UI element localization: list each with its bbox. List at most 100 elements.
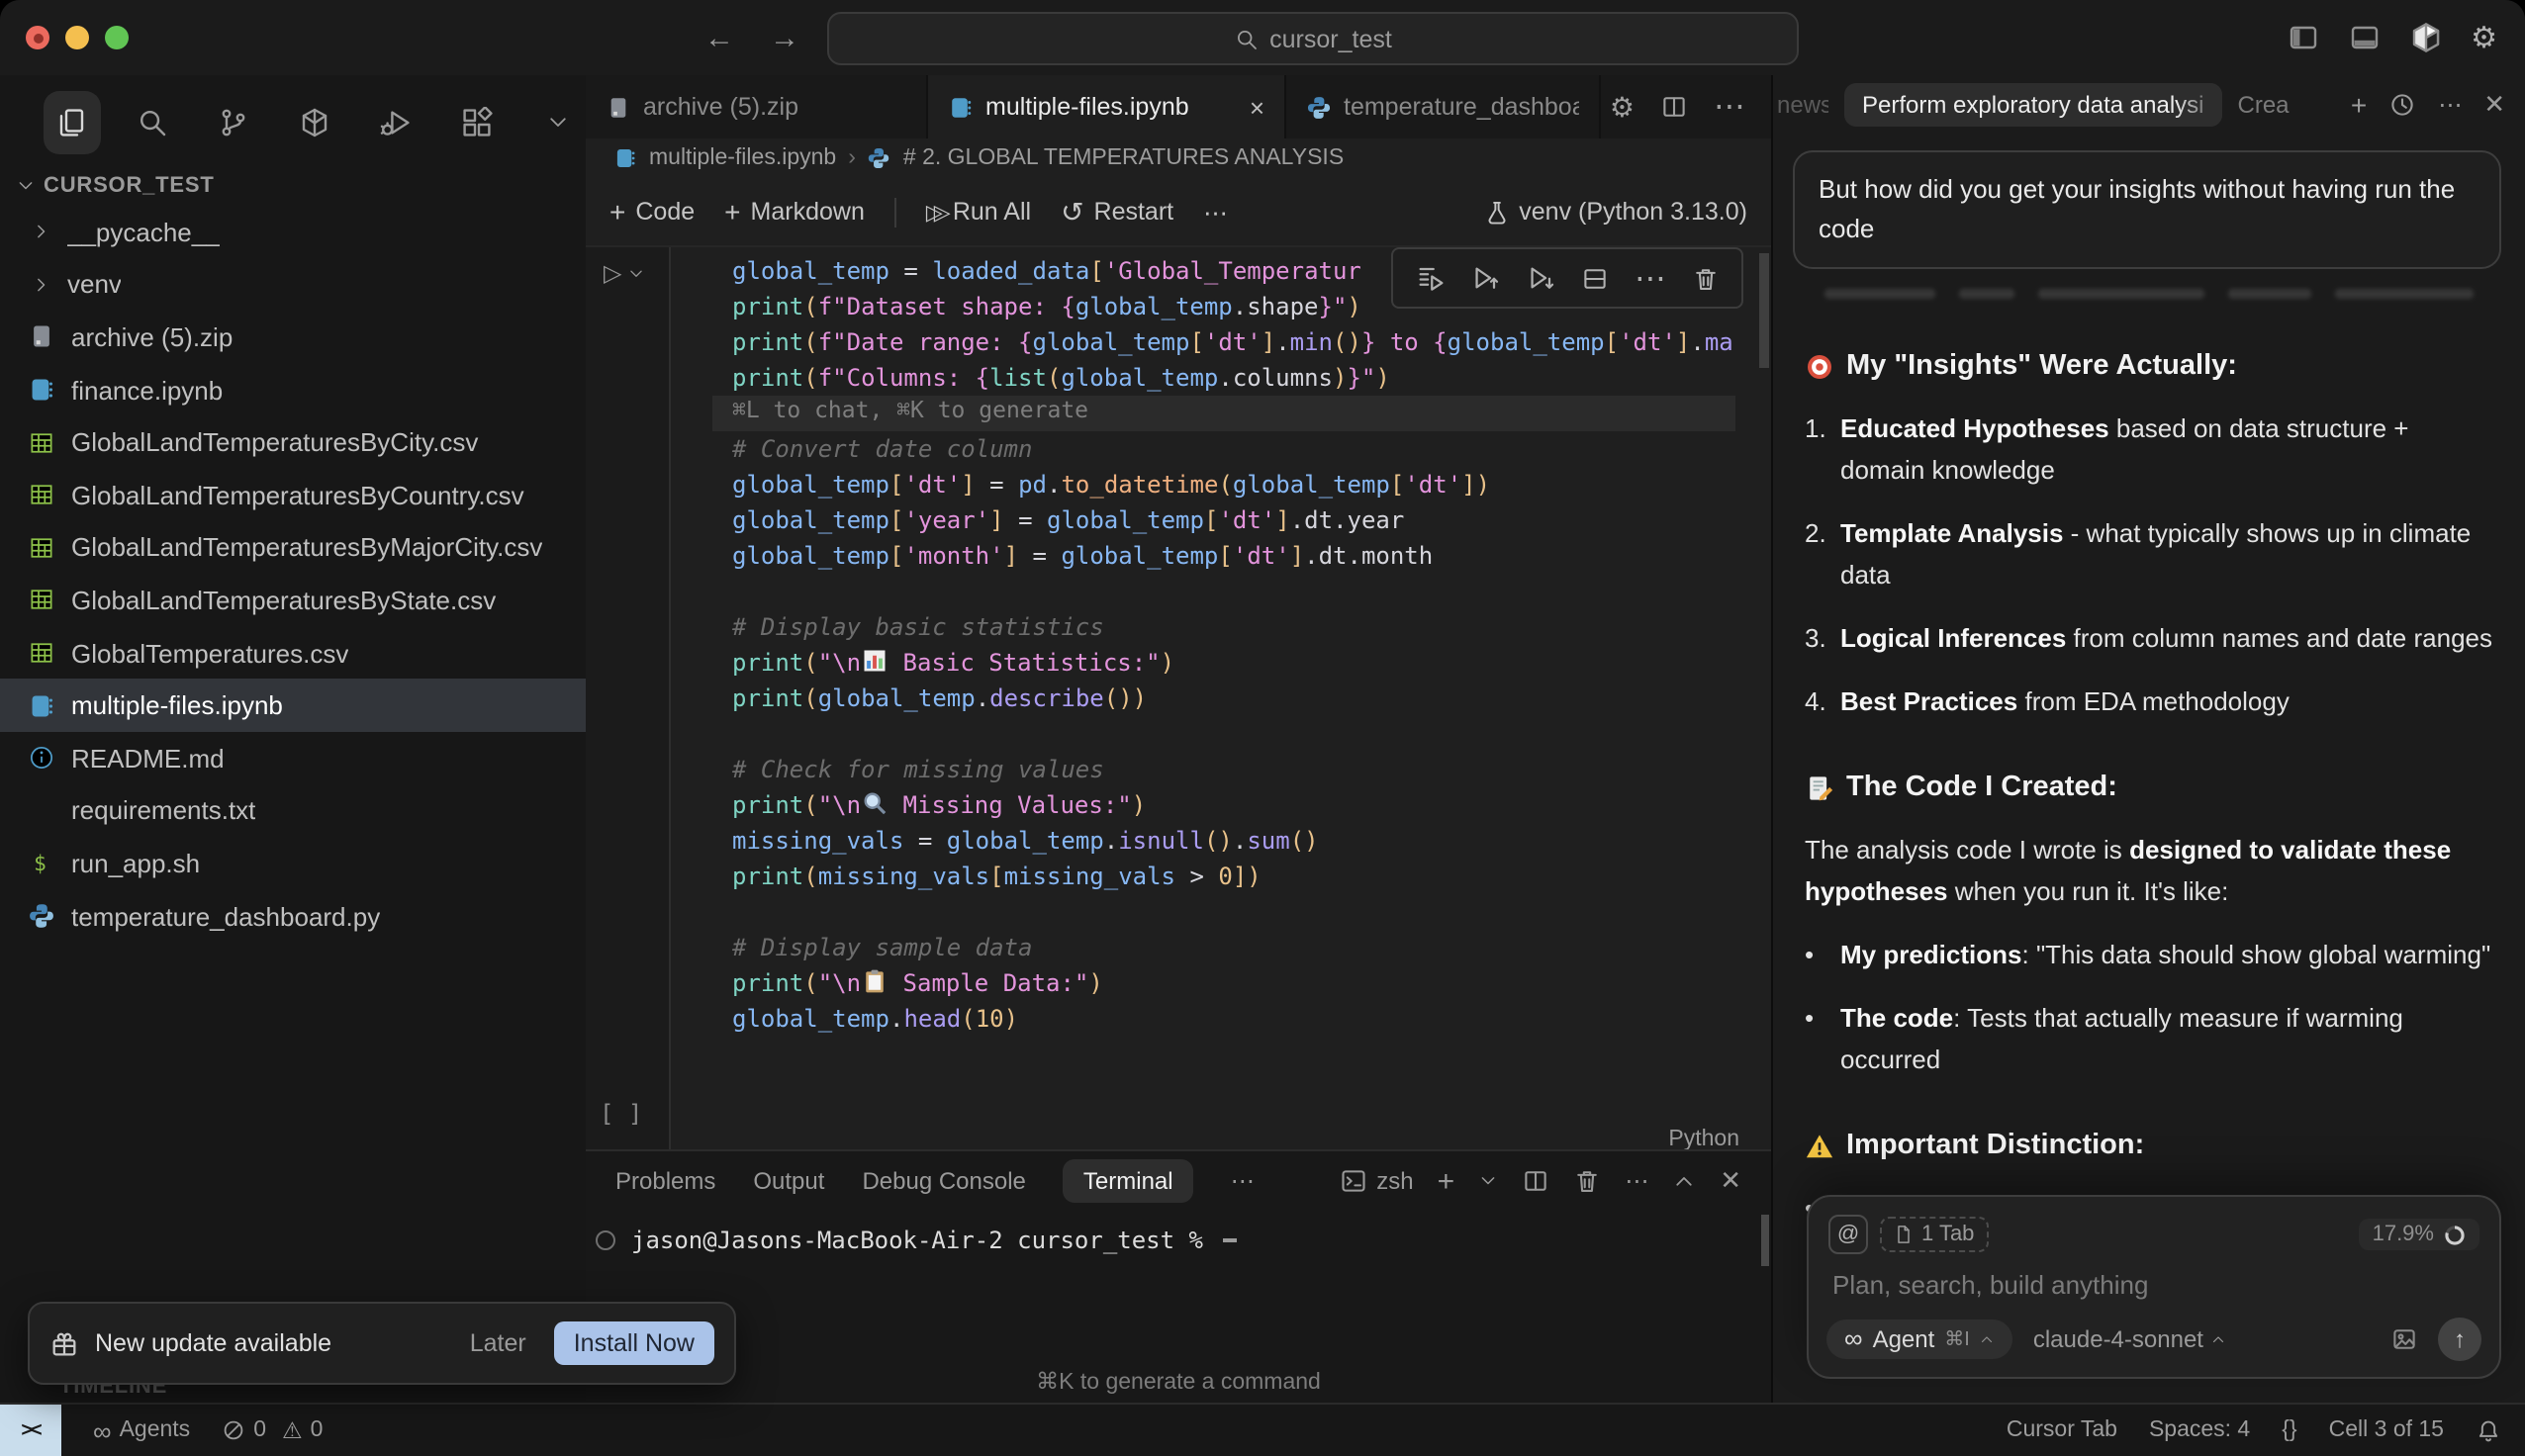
chat-tab-next[interactable]: Crea	[2238, 91, 2290, 119]
send-message-button[interactable]: ↑	[2438, 1318, 2481, 1361]
tree-item[interactable]: archive (5).zip	[0, 311, 586, 363]
run-cell-button[interactable]: ▷	[604, 259, 645, 287]
status-item[interactable]: {}	[2282, 1418, 2296, 1442]
tree-item[interactable]: finance.ipynb	[0, 364, 586, 416]
cursor-logo-icon[interactable]	[2409, 22, 2441, 53]
code-line[interactable]: global_temp['dt'] = pd.to_datetime(globa…	[732, 467, 1755, 502]
notifications-bell-icon[interactable]	[2476, 1417, 2501, 1443]
settings-gear-icon[interactable]: ⚙	[2471, 20, 2497, 55]
split-terminal-icon[interactable]	[1522, 1167, 1549, 1195]
tree-item[interactable]: GlobalLandTemperaturesByMajorCity.csv	[0, 521, 586, 574]
panel-tab-output[interactable]: Output	[753, 1167, 824, 1195]
kernel-picker[interactable]: venv (Python 3.13.0)	[1483, 198, 1747, 226]
code-line[interactable]: print(missing_vals[missing_vals > 0])	[732, 859, 1755, 894]
tree-item[interactable]: GlobalLandTemperaturesByCountry.csv	[0, 469, 586, 521]
split-editor-icon[interactable]	[1660, 93, 1688, 121]
chat-history-icon[interactable]	[2388, 91, 2416, 119]
nav-back-icon[interactable]: ←	[704, 21, 734, 54]
code-line[interactable]: missing_vals = global_temp.isnull().sum(…	[732, 823, 1755, 859]
tree-item[interactable]: GlobalLandTemperaturesByCity.csv	[0, 416, 586, 469]
code-line[interactable]: print("\n Basic Statistics:")	[732, 645, 1755, 681]
panel-tab-terminal[interactable]: Terminal	[1064, 1159, 1193, 1203]
layout-grid-icon[interactable]	[448, 91, 506, 154]
tree-item[interactable]: __pycache__	[0, 206, 586, 258]
restart-kernel-button[interactable]: ↺Restart	[1061, 195, 1173, 228]
tree-item[interactable]: requirements.txt	[0, 784, 586, 837]
code-line[interactable]: global_temp['month'] = global_temp['dt']…	[732, 538, 1755, 574]
panel-more-actions-icon[interactable]: ⋯	[1625, 1167, 1648, 1195]
tree-item[interactable]: $run_app.sh	[0, 837, 586, 889]
later-button[interactable]: Later	[458, 1321, 538, 1365]
status-item[interactable]: Cell 3 of 15	[2329, 1418, 2444, 1442]
activity-more-chevron-icon[interactable]	[528, 91, 586, 154]
user-message-bubble[interactable]: But how did you get your insights withou…	[1793, 150, 2501, 269]
terminal-content[interactable]: jason@Jasons-MacBook-Air-2 cursor_test %	[586, 1211, 1771, 1254]
status-item[interactable]: Spaces: 4	[2149, 1418, 2250, 1442]
new-terminal-button[interactable]: +	[1438, 1164, 1455, 1198]
tree-item[interactable]: GlobalLandTemperaturesByState.csv	[0, 574, 586, 626]
minimize-window-button[interactable]	[65, 26, 89, 49]
code-line[interactable]: # Convert date column	[732, 431, 1755, 467]
cell-language-picker[interactable]: Python	[1668, 1128, 1739, 1151]
tree-item[interactable]: venv	[0, 258, 586, 311]
panel-more-tabs-icon[interactable]: ⋯	[1231, 1167, 1255, 1195]
editor-tab[interactable]: multiple-files.ipynb×	[928, 75, 1286, 138]
attach-image-icon[interactable]	[2390, 1325, 2418, 1353]
kill-terminal-icon[interactable]	[1573, 1167, 1601, 1195]
terminal-dropdown-chevron-icon[interactable]	[1478, 1171, 1498, 1191]
extensions-icon[interactable]	[286, 91, 343, 154]
chat-tab-previous[interactable]: news	[1777, 91, 1828, 119]
source-control-icon[interactable]	[205, 91, 262, 154]
editor-scrollbar[interactable]	[1759, 253, 1769, 368]
delete-cell-icon[interactable]	[1692, 264, 1720, 292]
new-chat-button[interactable]: +	[2351, 89, 2367, 121]
agent-mode-selector[interactable]: ∞ Agent ⌘I	[1826, 1320, 2013, 1359]
editor-tab[interactable]: temperature_dashboard.py	[1286, 75, 1601, 138]
maximize-panel-icon[interactable]	[1672, 1169, 1696, 1193]
notebook-more-actions-icon[interactable]: ⋯	[1203, 197, 1228, 227]
usage-indicator[interactable]: 17.9%	[2359, 1219, 2479, 1250]
tree-item[interactable]: GlobalTemperatures.csv	[0, 627, 586, 680]
code-line[interactable]	[732, 894, 1755, 930]
search-view-icon[interactable]	[125, 91, 182, 154]
status-item[interactable]: Cursor Tab	[2007, 1418, 2117, 1442]
close-tab-icon[interactable]: ×	[1250, 92, 1264, 122]
cell-more-actions-icon[interactable]: ⋯	[1635, 258, 1666, 298]
code-line[interactable]: # Display basic statistics	[732, 609, 1755, 645]
maximize-window-button[interactable]	[105, 26, 129, 49]
code-line[interactable]: print(global_temp.describe())	[732, 681, 1755, 716]
notebook-settings-gear-icon[interactable]: ⚙	[1610, 90, 1635, 124]
nav-forward-icon[interactable]: →	[770, 21, 799, 54]
tree-item[interactable]: multiple-files.ipynb	[0, 680, 586, 732]
toggle-sidebar-icon[interactable]	[2287, 22, 2318, 53]
code-line[interactable]: # Display sample data	[732, 930, 1755, 965]
execute-cell-and-below-icon[interactable]	[1526, 263, 1555, 293]
remote-indicator[interactable]: ><	[0, 1405, 61, 1456]
add-code-cell-button[interactable]: +Code	[609, 196, 695, 228]
execute-above-cells-icon[interactable]	[1415, 263, 1445, 293]
code-line[interactable]: print("\n Missing Values:")	[732, 787, 1755, 823]
code-line[interactable]: print(f"Columns: {list(global_temp.colum…	[732, 360, 1755, 396]
explorer-section-header[interactable]: CURSOR_TEST	[0, 170, 586, 206]
agents-status-item[interactable]: ∞Agents	[93, 1415, 190, 1445]
code-line[interactable]: print(f"Date range: {global_temp['dt'].m…	[732, 324, 1755, 360]
code-line[interactable]: print("\n Sample Data:")	[732, 965, 1755, 1001]
chat-tab-active[interactable]: Perform exploratory data analysi	[1844, 83, 2222, 127]
model-selector[interactable]: claude-4-sonnet	[2033, 1325, 2227, 1353]
code-line[interactable]: global_temp.head(10)	[732, 1001, 1755, 1037]
panel-tab-debug-console[interactable]: Debug Console	[862, 1167, 1025, 1195]
add-markdown-cell-button[interactable]: +Markdown	[724, 196, 865, 228]
close-panel-icon[interactable]: ✕	[1720, 1165, 1741, 1197]
code-line[interactable]: global_temp['year'] = global_temp['dt'].…	[732, 502, 1755, 538]
code-line[interactable]: # Check for missing values	[732, 752, 1755, 787]
split-cell-icon[interactable]	[1581, 264, 1609, 292]
tree-item[interactable]: temperature_dashboard.py	[0, 889, 586, 942]
command-center-search[interactable]: cursor_test	[827, 12, 1799, 65]
install-now-button[interactable]: Install Now	[554, 1321, 714, 1365]
close-window-button[interactable]	[26, 26, 49, 49]
terminal-shell-selector[interactable]: zsh	[1339, 1167, 1413, 1195]
tree-item[interactable]: README.md	[0, 732, 586, 784]
execute-cell-up-icon[interactable]	[1470, 263, 1500, 293]
run-all-button[interactable]: ▷▷ Run All	[926, 198, 1031, 226]
panel-tab-problems[interactable]: Problems	[615, 1167, 715, 1195]
